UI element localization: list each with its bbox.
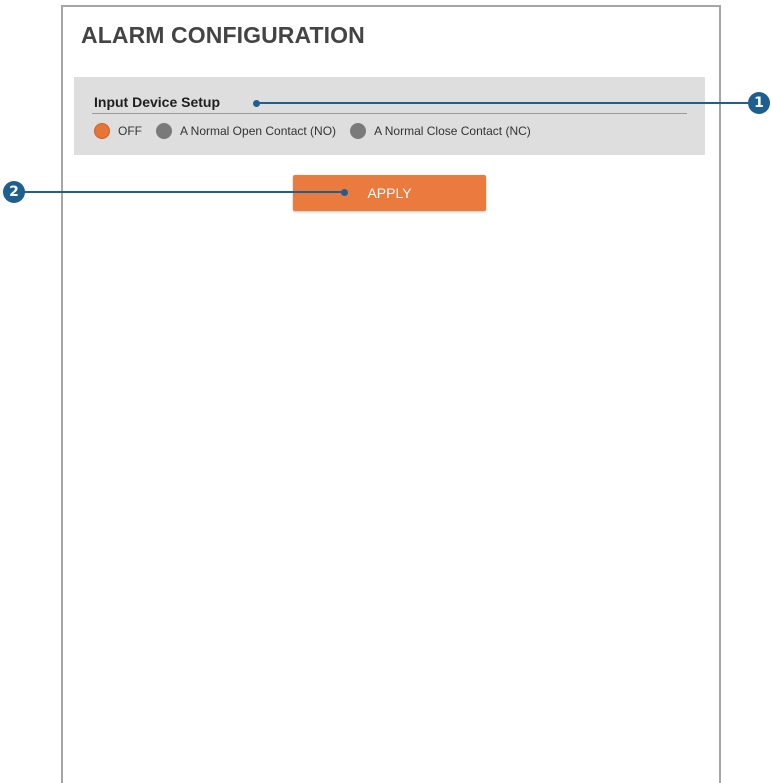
callout-2-badge: 2	[3, 181, 25, 203]
radio-checked-icon	[94, 123, 110, 139]
radio-unchecked-icon	[156, 123, 172, 139]
section-divider	[92, 113, 687, 114]
radio-off[interactable]: OFF	[94, 123, 142, 139]
callout-2-pointer-dot	[341, 189, 348, 196]
radio-normal-open-contact[interactable]: A Normal Open Contact (NO)	[156, 123, 336, 139]
callout-1-line	[257, 102, 751, 104]
radio-unchecked-icon	[350, 123, 367, 139]
page-title: ALARM CONFIGURATION	[81, 22, 365, 48]
radio-label: OFF	[118, 124, 142, 138]
input-device-setup-section: Input Device Setup OFF A Normal Open Con…	[74, 77, 705, 155]
input-device-radio-group: OFF A Normal Open Contact (NO) A Normal …	[94, 122, 545, 140]
callout-1-badge: 1	[748, 92, 770, 114]
radio-label: A Normal Close Contact (NC)	[374, 124, 531, 138]
radio-normal-close-contact[interactable]: A Normal Close Contact (NC)	[350, 123, 531, 139]
apply-button[interactable]: APPLY	[293, 175, 486, 211]
section-title: Input Device Setup	[94, 94, 221, 110]
callout-2-line	[24, 191, 344, 193]
radio-label: A Normal Open Contact (NO)	[180, 124, 337, 138]
